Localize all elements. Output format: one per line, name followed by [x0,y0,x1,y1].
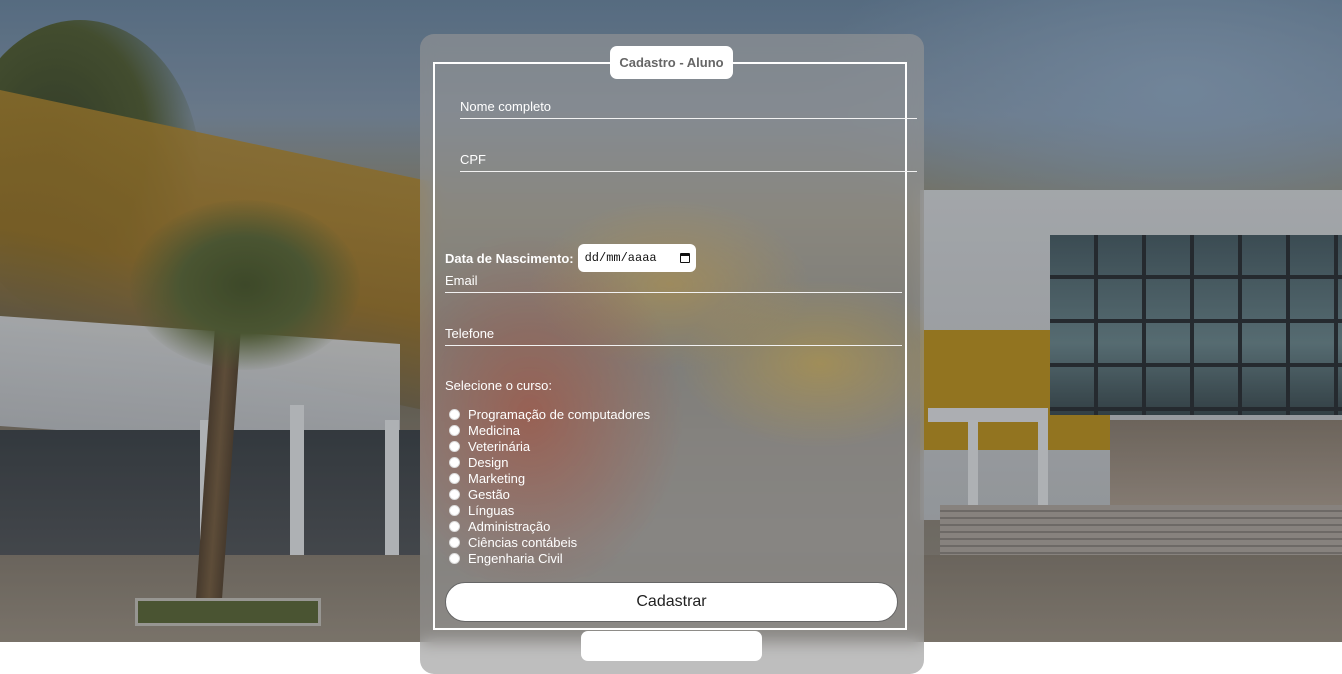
radio-button[interactable] [449,488,460,500]
submit-button[interactable]: Cadastrar [445,582,898,622]
email-input[interactable] [445,270,902,290]
birth-date-row: Data de Nascimento: dd/mm/aaaa [445,244,696,272]
course-option-label: Ciências contábeis [468,534,578,550]
birth-date-label: Data de Nascimento: [445,250,574,266]
course-option[interactable]: Marketing [449,470,650,486]
cpf-input[interactable] [460,149,917,169]
course-option[interactable]: Medicina [449,422,650,438]
name-field-wrapper [460,96,917,119]
course-option-label: Design [468,454,509,470]
registration-panel: Data de Nascimento: dd/mm/aaaa Selecione… [420,34,924,674]
course-option-label: Administração [468,518,551,534]
course-option-label: Veterinária [468,438,531,454]
bottom-tab [581,631,762,661]
course-option[interactable]: Gestão [449,486,650,502]
phone-input[interactable] [445,323,902,343]
birth-date-placeholder: dd/mm/aaaa [584,251,657,265]
cpf-field-wrapper [460,149,917,172]
email-field-wrapper [445,270,902,293]
radio-button[interactable] [449,440,460,452]
radio-button[interactable] [449,472,460,484]
course-option[interactable]: Administração [449,518,650,534]
radio-button[interactable] [449,536,460,548]
registration-fieldset: Data de Nascimento: dd/mm/aaaa Selecione… [433,62,917,630]
course-option[interactable]: Ciências contábeis [449,534,650,550]
calendar-icon[interactable] [679,253,690,263]
radio-button[interactable] [449,552,460,564]
radio-button[interactable] [449,456,460,468]
course-option-label: Medicina [468,422,521,438]
course-option[interactable]: Veterinária [449,438,650,454]
course-option-label: Marketing [468,470,526,486]
phone-field-wrapper [445,323,902,346]
course-option-label: Gestão [468,486,510,502]
course-option-label: Programação de computadores [468,406,651,422]
course-option[interactable]: Engenharia Civil [449,550,650,566]
course-option[interactable]: Línguas [449,502,650,518]
radio-button[interactable] [449,520,460,532]
radio-button[interactable] [449,424,460,436]
course-option-label: Línguas [468,502,515,518]
radio-button[interactable] [449,408,460,420]
course-label: Selecione o curso: [445,378,552,393]
course-option[interactable]: Programação de computadores [449,406,650,422]
course-option[interactable]: Design [449,454,650,470]
course-option-label: Engenharia Civil [468,550,563,566]
name-input[interactable] [460,96,917,116]
radio-button[interactable] [449,504,460,516]
course-radio-group: Programação de computadores Medicina Vet… [449,406,650,566]
form-legend: Cadastro - Aluno [610,46,733,79]
birth-date-input[interactable]: dd/mm/aaaa [577,244,696,272]
